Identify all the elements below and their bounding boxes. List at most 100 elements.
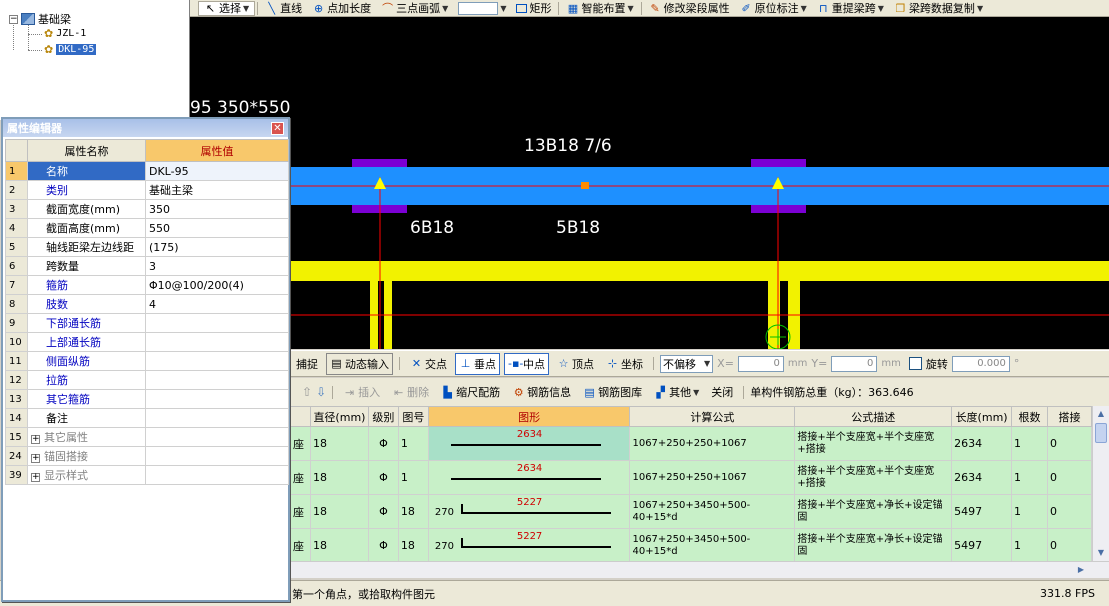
property-row[interactable]: 9 下部通长筋 <box>5 313 289 333</box>
x-input[interactable]: 0 <box>737 355 784 372</box>
delete-button[interactable]: ⇤ 删除 <box>388 381 433 403</box>
diameter-cell[interactable]: 18 <box>309 528 369 561</box>
expand-icon[interactable]: + <box>31 473 40 482</box>
header-cell[interactable]: 长度(mm) <box>951 406 1013 427</box>
diameter-cell[interactable]: 18 <box>309 494 369 529</box>
property-value[interactable] <box>145 313 289 333</box>
property-value[interactable] <box>145 465 289 485</box>
property-value[interactable] <box>145 446 289 466</box>
repick-span-button[interactable]: ⊓ 重提梁跨 ▼ <box>812 0 889 16</box>
property-editor-panel[interactable]: 属性编辑器 ✕ 属性名称 属性值 1 名称 DKL-95 2 类别 基础主梁 3 截面宽度(m… <box>1 117 290 602</box>
vertical-scrollbar[interactable]: ▲ ▼ <box>1092 406 1109 561</box>
property-row[interactable]: 1 名称 DKL-95 <box>5 161 289 181</box>
diameter-cell[interactable]: 18 <box>309 460 369 495</box>
property-row[interactable]: 13 其它箍筋 <box>5 389 289 409</box>
property-row[interactable]: 7 箍筋 Φ10@100/200(4) <box>5 275 289 295</box>
property-value[interactable]: 基础主梁 <box>145 180 289 200</box>
scroll-down-icon[interactable]: ▼ <box>1093 545 1109 561</box>
header-cell[interactable]: 根数 <box>1011 406 1048 427</box>
figure-number-cell[interactable]: 1 <box>397 426 429 461</box>
close-button[interactable]: 关闭 <box>707 381 737 403</box>
row-prefix[interactable]: 座 <box>290 426 311 461</box>
lap-cell[interactable]: 0 <box>1046 528 1092 561</box>
header-cell[interactable]: 级别 <box>367 406 399 427</box>
rectangle-button[interactable]: 矩形 <box>511 0 556 16</box>
property-value[interactable]: 550 <box>145 218 289 238</box>
header-cell[interactable]: 公式描述 <box>794 406 953 427</box>
capture-button[interactable]: 捕捉 <box>292 353 322 375</box>
modify-span-props-button[interactable]: ✎ 修改梁段属性 <box>644 0 735 16</box>
property-row[interactable]: 10 上部通长筋 <box>5 332 289 352</box>
header-cell[interactable]: 图形 <box>427 406 631 427</box>
header-cell[interactable]: 直径(mm) <box>309 406 369 427</box>
count-cell[interactable]: 1 <box>1011 528 1048 561</box>
tree-item-jzl1[interactable]: ✿ JZL-1 <box>44 27 86 40</box>
property-row[interactable]: 5 轴线距梁左边线距 (175) <box>5 237 289 257</box>
collapse-icon[interactable]: − <box>9 14 18 24</box>
length-cell[interactable]: 2634 <box>951 460 1013 495</box>
property-row[interactable]: 3 截面宽度(mm) 350 <box>5 199 289 219</box>
header-cell[interactable]: 计算公式 <box>629 406 796 427</box>
table-row[interactable]: 座 18 Φ 18 270 5227 1067+250+3450+500-40+15*d 搭接… <box>290 494 1092 529</box>
rotate-input[interactable]: 0.000 <box>951 355 1010 372</box>
scale-rebar-button[interactable]: ▙ 缩尺配筋 <box>437 381 504 403</box>
tree-item-dkl95[interactable]: ✿ DKL-95 <box>44 43 97 56</box>
lap-cell[interactable]: 0 <box>1046 460 1092 495</box>
perpendicular-button[interactable]: ⊥ 垂点 <box>455 352 500 375</box>
property-row[interactable]: 15 + 其它属性 <box>5 427 289 447</box>
expand-icon[interactable]: + <box>31 454 40 463</box>
property-row[interactable]: 12 拉筋 <box>5 370 289 390</box>
property-value[interactable]: (175) <box>145 237 289 257</box>
line-button[interactable]: ╲ 直线 <box>260 0 307 16</box>
insert-button[interactable]: ⇥ 插入 <box>339 381 384 403</box>
three-point-arc-button[interactable]: ⌒ 三点画弧 ▼ <box>376 0 453 16</box>
property-value[interactable] <box>145 370 289 390</box>
property-value[interactable]: 350 <box>145 199 289 219</box>
table-row[interactable]: 座 18 Φ 1 2634 1067+250+250+1067 搭接+半个支座宽+半个支座宽… <box>290 426 1092 461</box>
diameter-cell[interactable]: 18 <box>309 426 369 461</box>
scroll-up-icon[interactable]: ▲ <box>1093 406 1109 422</box>
figure-cell[interactable]: 2634 <box>427 460 631 495</box>
midspan-marker[interactable] <box>581 182 589 189</box>
property-editor-titlebar[interactable]: 属性编辑器 ✕ <box>3 119 288 137</box>
grade-cell[interactable]: Φ <box>367 460 399 495</box>
y-input[interactable]: 0 <box>831 355 878 372</box>
close-icon[interactable]: ✕ <box>271 121 284 135</box>
grade-cell[interactable]: Φ <box>367 494 399 529</box>
figure-number-cell[interactable]: 1 <box>397 460 429 495</box>
property-row[interactable]: 2 类别 基础主梁 <box>5 180 289 200</box>
row-prefix[interactable]: 座 <box>290 494 311 529</box>
formula-cell[interactable]: 1067+250+250+1067 <box>629 426 796 461</box>
expand-icon[interactable]: + <box>31 435 40 444</box>
cad-canvas[interactable]: 95 350*550 13B18 7/6 6B18 5B18 <box>190 17 1109 349</box>
property-value[interactable]: 4 <box>145 294 289 314</box>
vertex-button[interactable]: ☆ 顶点 <box>553 353 598 375</box>
rebar-library-button[interactable]: ▤ 钢筋图库 <box>579 381 646 403</box>
description-cell[interactable]: 搭接+半个支座宽+半个支座宽+搭接 <box>794 426 953 461</box>
select-button[interactable]: ↖ 选择 ▼ <box>198 0 256 16</box>
table-row[interactable]: 座 18 Φ 18 270 5227 1067+250+3450+500-40+15*d 搭接… <box>290 528 1092 561</box>
midpoint-button[interactable]: -▪- 中点 <box>504 352 549 375</box>
property-row[interactable]: 14 备注 <box>5 408 289 428</box>
rotate-checkbox[interactable] <box>908 357 922 370</box>
intersection-button[interactable]: ✕ 交点 <box>406 353 451 375</box>
formula-cell[interactable]: 1067+250+250+1067 <box>629 460 796 495</box>
original-annotation-button[interactable]: ✐ 原位标注 ▼ <box>735 0 812 16</box>
description-cell[interactable]: 搭接+半个支座宽+净长+设定锚固 <box>794 528 953 561</box>
tree-node-root[interactable]: − 基础梁 <box>9 11 71 27</box>
header-cell[interactable]: 搭接 <box>1046 406 1092 427</box>
figure-cell[interactable]: 270 5227 <box>427 494 631 529</box>
property-value[interactable] <box>145 427 289 447</box>
property-row[interactable]: 11 侧面纵筋 <box>5 351 289 371</box>
row-prefix[interactable]: 座 <box>290 528 311 561</box>
length-cell[interactable]: 2634 <box>951 426 1013 461</box>
move-down-icon[interactable]: ⇩ <box>316 385 326 399</box>
scroll-right-icon[interactable]: ▶ <box>1073 562 1089 578</box>
property-value[interactable] <box>145 351 289 371</box>
figure-cell[interactable]: 270 5227 <box>427 528 631 561</box>
property-value[interactable]: Φ10@100/200(4) <box>145 275 289 295</box>
property-row[interactable]: 8 肢数 4 <box>5 294 289 314</box>
property-row[interactable]: 24 + 锚固搭接 <box>5 446 289 466</box>
move-up-icon[interactable]: ⇧ <box>302 385 312 399</box>
description-cell[interactable]: 搭接+半个支座宽+净长+设定锚固 <box>794 494 953 529</box>
